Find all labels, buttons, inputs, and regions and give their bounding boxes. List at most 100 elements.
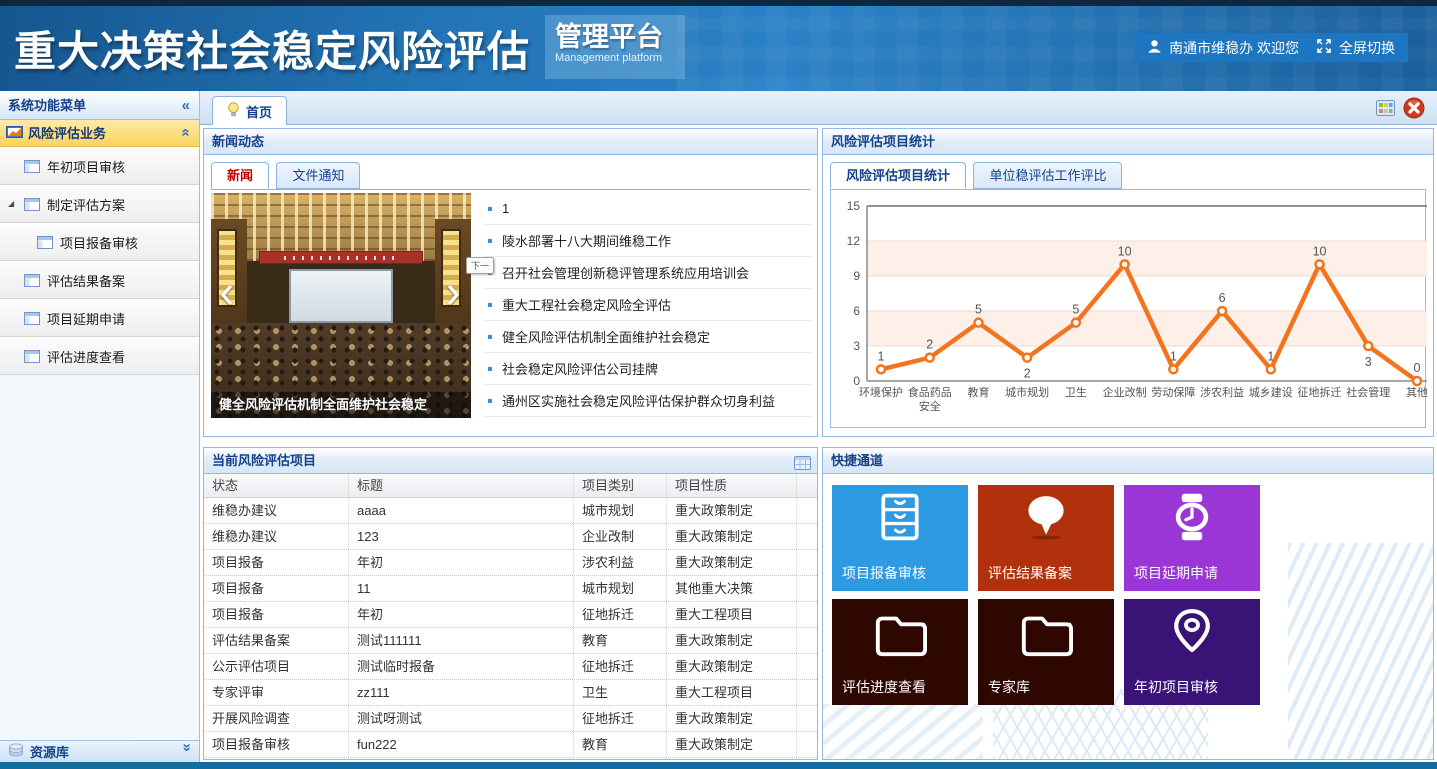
news-item-label: 召开社会管理创新稳评管理系统应用培训会 [502, 263, 749, 282]
sidebar-title: 系统功能菜单 « [0, 91, 199, 120]
shortcut-tile[interactable]: 项目报备审核 [832, 485, 968, 591]
table-cell: 项目报备 [204, 602, 349, 627]
table-cell: 项目报备 [204, 550, 349, 575]
tab-project-stats[interactable]: 风险评估项目统计 [830, 162, 966, 189]
close-icon[interactable] [1403, 97, 1425, 124]
sidebar-item[interactable]: 项目报备审核 [0, 223, 199, 261]
table-cell-spacer [797, 628, 817, 653]
table-row[interactable]: 维稳办建议123企业改制重大政策制定 [204, 524, 817, 550]
sidebar-item-label: 评估结果备案 [47, 271, 125, 290]
table-cell: 评估结果备案 [204, 628, 349, 653]
news-list-item[interactable]: 1 [484, 193, 811, 225]
table-cell: 涉农利益 [574, 550, 667, 575]
tree-expander-icon[interactable]: ◢ [8, 200, 14, 208]
chevron-up-icon[interactable]: « [172, 128, 199, 136]
sidebar-item-label: 年初项目审核 [47, 157, 125, 176]
table-cell: 重大政策制定 [667, 628, 797, 653]
shortcuts-panel: 快捷通道 项目报备审核评估结果备案项目延期申请评估进度查看专家库年初项目审核 [822, 447, 1434, 760]
svg-text:3: 3 [1365, 355, 1372, 369]
news-item-label: 通州区实施社会稳定风险评估保护群众切身利益 [502, 391, 775, 410]
svg-text:15: 15 [847, 199, 861, 213]
svg-text:卫生: 卫生 [1065, 385, 1087, 399]
news-list-item[interactable]: 通州区实施社会稳定风险评估保护群众切身利益 [484, 385, 811, 417]
shortcut-tile[interactable]: 项目延期申请 [1124, 485, 1260, 591]
sidebar-item[interactable]: 评估进度查看 [0, 337, 199, 375]
sidebar-item[interactable]: 项目延期申请 [0, 299, 199, 337]
table-cell: 专家评审 [204, 680, 349, 705]
bullet-icon [488, 367, 492, 371]
bulb-icon [227, 102, 240, 120]
news-list-item[interactable]: 召开社会管理创新稳评管理系统应用培训会 [484, 257, 811, 289]
sidebar-item[interactable]: ◢制定评估方案 [0, 185, 199, 223]
shortcut-tile[interactable]: 评估进度查看 [832, 599, 968, 705]
sidebar-accordion-resource-library[interactable]: 资源库 « [0, 740, 199, 762]
window-icon [24, 160, 40, 173]
table-row[interactable]: 项目报备审核fun222教育重大政策制定 [204, 732, 817, 758]
carousel-next-icon[interactable] [447, 285, 463, 307]
chevron-down-icon[interactable]: « [177, 743, 194, 751]
table-grid-icon[interactable] [794, 453, 811, 478]
table-cell-spacer [797, 498, 817, 523]
table-row[interactable]: 开展风险调查测试呀测试征地拆迁重大政策制定 [204, 706, 817, 732]
table-row[interactable]: 项目报备年初征地拆迁重大工程项目 [204, 602, 817, 628]
sidebar-accordion-risk-business[interactable]: 风险评估业务 « [0, 120, 199, 147]
table-cell: 重大政策制定 [667, 732, 797, 757]
table-row[interactable]: 项目报备11城市规划其他重大决策 [204, 576, 817, 602]
news-item-label: 重大工程社会稳定风险全评估 [502, 295, 671, 314]
sidebar-item[interactable]: 年初项目审核 [0, 147, 199, 185]
table-cell: 11 [349, 576, 574, 601]
table-row[interactable]: 维稳办建议aaaa城市规划重大政策制定 [204, 498, 817, 524]
cabinet-icon [873, 491, 927, 548]
tab-home[interactable]: 首页 [212, 96, 287, 125]
shortcut-tile[interactable]: 评估结果备案 [978, 485, 1114, 591]
carousel-photo-wall [211, 219, 247, 339]
bullet-icon [488, 207, 492, 211]
tab-file-notice[interactable]: 文件通知 [276, 162, 360, 189]
table-row[interactable]: 评估结果备案测试111111教育重大政策制定 [204, 628, 817, 654]
news-list-item[interactable]: 重大工程社会稳定风险全评估 [484, 289, 811, 321]
news-list-item[interactable]: 陵水部署十八大期间维稳工作 [484, 225, 811, 257]
tab-news[interactable]: 新闻 [211, 162, 269, 189]
sidebar-item[interactable]: 评估结果备案 [0, 261, 199, 299]
user-button[interactable]: 南通市维稳办 欢迎您 [1134, 33, 1312, 62]
svg-text:6: 6 [1219, 291, 1226, 305]
table-row[interactable]: 专家评审zz111卫生重大工程项目 [204, 680, 817, 706]
table-cell: 重大政策制定 [667, 550, 797, 575]
svg-text:5: 5 [975, 303, 982, 317]
table-cell: 测试呀测试 [349, 706, 574, 731]
decorative-pattern [1288, 543, 1433, 760]
sidebar-collapse-icon[interactable]: « [182, 91, 190, 120]
shortcut-tile[interactable]: 专家库 [978, 599, 1114, 705]
svg-text:城市规划: 城市规划 [1005, 385, 1049, 399]
news-list-item[interactable]: 健全风险评估机制全面维护社会稳定 [484, 321, 811, 353]
table-column-header[interactable]: 项目类别 [574, 474, 667, 497]
layout-grid-icon[interactable] [1376, 100, 1395, 121]
news-carousel[interactable]: 健全风险评估机制全面维护社会稳定 [211, 193, 471, 418]
sidebar-menu: 年初项目审核 ◢制定评估方案项目报备审核评估结果备案项目延期申请评估进度查看 [0, 147, 199, 375]
projects-panel-header: 当前风险评估项目 [204, 448, 817, 474]
news-list-item[interactable]: 社会稳定风险评估公司挂牌 [484, 353, 811, 385]
fullscreen-button[interactable]: 全屏切换 [1303, 33, 1408, 62]
table-column-header[interactable]: 状态 [204, 474, 349, 497]
table-cell-spacer [797, 524, 817, 549]
table-row[interactable]: 公示评估项目测试临时报备征地拆迁重大政策制定 [204, 654, 817, 680]
sidebar-title-label: 系统功能菜单 [8, 98, 86, 113]
table-header-row: 状态标题项目类别项目性质 [204, 474, 817, 498]
svg-text:1: 1 [1170, 349, 1177, 363]
news-item-label: 1 [502, 201, 509, 216]
table-cell: 征地拆迁 [574, 654, 667, 679]
app-subtitle-en: Management platform [555, 52, 675, 64]
bottom-bar [0, 762, 1437, 769]
projects-line-chart: 0369121512525101611030环境保护食品药品安全教育城市规划卫生… [833, 194, 1427, 432]
table-cell: 其他重大决策 [667, 576, 797, 601]
shortcut-tile-label: 评估结果备案 [988, 563, 1072, 583]
table-row[interactable]: 项目报备年初涉农利益重大政策制定 [204, 550, 817, 576]
tab-unit-evaluation[interactable]: 单位稳评估工作评比 [973, 162, 1122, 189]
table-column-header[interactable]: 标题 [349, 474, 574, 497]
carousel-prev-icon[interactable] [219, 285, 235, 307]
table-cell: 教育 [574, 732, 667, 757]
svg-text:环境保护: 环境保护 [859, 385, 903, 399]
shortcut-tile[interactable]: 年初项目审核 [1124, 599, 1260, 705]
bullet-icon [488, 335, 492, 339]
table-column-header[interactable]: 项目性质 [667, 474, 797, 497]
